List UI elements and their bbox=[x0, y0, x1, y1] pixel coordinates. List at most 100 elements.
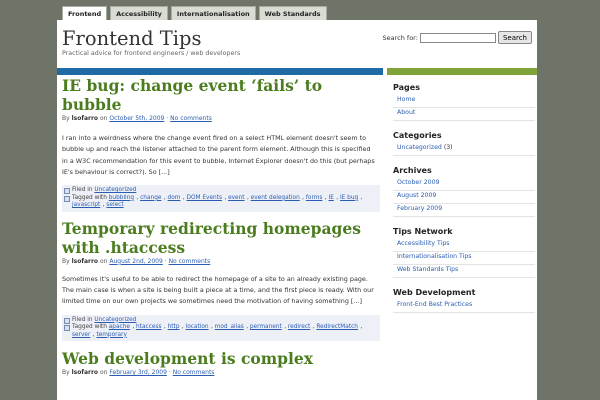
tag-link[interactable]: javascript bbox=[72, 202, 100, 208]
sidebar-item-network: Accessibility Tips bbox=[393, 239, 535, 252]
tag-link[interactable]: event delegation bbox=[251, 195, 300, 201]
sidebar-link-august-2009[interactable]: August 2009 bbox=[397, 192, 436, 199]
sidebar-link-home[interactable]: Home bbox=[397, 96, 415, 103]
post-footer: Filed in Uncategorized Tagged with bubbl… bbox=[62, 185, 380, 212]
search-label: Search for: bbox=[382, 33, 418, 42]
post-date-link[interactable]: August 2nd, 2009 bbox=[109, 258, 162, 265]
meta-by: By bbox=[62, 257, 70, 265]
search-form: Search for: Search bbox=[383, 31, 532, 44]
site-title[interactable]: Frontend Tips bbox=[62, 27, 202, 50]
post-date-link[interactable]: February 3rd, 2009 bbox=[109, 369, 167, 376]
tag-link[interactable]: RedirectMatch bbox=[316, 324, 358, 330]
post-title-link[interactable]: Web development is complex bbox=[62, 349, 382, 368]
tab-frontend[interactable]: Frontend bbox=[62, 6, 108, 20]
post-author: lsofarro bbox=[71, 257, 99, 265]
filed-in-label: Filed in bbox=[72, 316, 93, 323]
top-nav-tabs: Frontend Accessibility Internationalisat… bbox=[62, 6, 327, 20]
sidebar-item-about: About bbox=[393, 108, 535, 121]
tag-link[interactable]: temporary bbox=[96, 332, 126, 338]
search-button[interactable]: Search bbox=[497, 31, 532, 44]
tab-accessibility[interactable]: Accessibility bbox=[110, 6, 168, 20]
sidebar-link-october-2009[interactable]: October 2009 bbox=[397, 179, 439, 186]
sidebar-link-front-end-best-practices[interactable]: Front-End Best Practices bbox=[397, 301, 472, 308]
sidebar-item-network: Internationalisation Tips bbox=[393, 252, 535, 265]
category-link[interactable]: Uncategorized bbox=[94, 317, 136, 323]
tag-link[interactable]: location bbox=[186, 324, 209, 330]
sidebar-header-bar bbox=[387, 68, 537, 75]
tagged-with-label: Tagged with bbox=[72, 194, 107, 201]
widget-title: Tips Network bbox=[393, 227, 453, 236]
sidebar-link-web-standards-tips[interactable]: Web Standards Tips bbox=[397, 266, 458, 273]
filed-in-label: Filed in bbox=[72, 187, 93, 194]
sidebar-link-about[interactable]: About bbox=[397, 109, 415, 116]
sidebar-item-network: Web Standards Tips bbox=[393, 265, 535, 278]
sidebar-link-internationalisation-tips[interactable]: Internationalisation Tips bbox=[397, 253, 472, 260]
tag-link[interactable]: htaccess bbox=[136, 324, 161, 330]
tag-link[interactable]: event bbox=[228, 195, 245, 201]
post-comments-link[interactable]: No comments bbox=[170, 115, 212, 122]
post-htaccess: Temporary redirecting homepages with .ht… bbox=[62, 219, 382, 342]
tag-link[interactable]: DOM Events bbox=[186, 195, 222, 201]
meta-separator: · bbox=[164, 257, 167, 265]
post-footer: Filed in Uncategorized Tagged with apach… bbox=[62, 314, 380, 342]
tag-link[interactable]: dom bbox=[168, 195, 181, 201]
sidebar: Pages Home About Categories Uncategorize… bbox=[393, 83, 535, 313]
meta-separator: · bbox=[168, 369, 171, 377]
tag-link[interactable]: IE bug bbox=[340, 195, 358, 201]
widget-title: Archives bbox=[393, 166, 432, 175]
site-tagline: Practical advice for frontend engineers … bbox=[62, 50, 241, 57]
meta-by: By bbox=[62, 115, 70, 122]
sidebar-item-uncategorized: Uncategorized (3) bbox=[393, 143, 535, 156]
sidebar-item-home: Home bbox=[393, 95, 535, 108]
tag-link[interactable]: http bbox=[168, 324, 180, 330]
widget-tips-network: Tips Network Accessibility Tips Internat… bbox=[393, 227, 535, 278]
widget-categories: Categories Uncategorized (3) bbox=[393, 131, 535, 156]
tag-link[interactable]: permanent bbox=[250, 324, 282, 330]
tag-link[interactable]: mod_alias bbox=[215, 324, 244, 330]
tag-link[interactable]: bubbling bbox=[109, 195, 134, 201]
tab-web-standards[interactable]: Web Standards bbox=[258, 6, 327, 20]
main-content: IE bug: change event ‘fails’ to bubble B… bbox=[62, 76, 382, 376]
tag-link[interactable]: change bbox=[140, 195, 161, 201]
meta-on: on bbox=[99, 257, 108, 265]
post-meta: By lsofarro on February 3rd, 2009 · No c… bbox=[62, 369, 382, 376]
post-ie-bug: IE bug: change event ‘fails’ to bubble B… bbox=[62, 76, 382, 212]
tag-link[interactable]: apache bbox=[109, 324, 130, 330]
post-meta: By lsofarro on August 2nd, 2009 · No com… bbox=[62, 258, 382, 265]
folder-icon bbox=[64, 188, 70, 195]
content-header-bar bbox=[57, 68, 383, 75]
folder-icon bbox=[64, 317, 70, 324]
post-title-link[interactable]: Temporary redirecting homepages with .ht… bbox=[62, 219, 382, 257]
widget-web-development: Web Development Front-End Best Practices bbox=[393, 288, 535, 313]
post-comments-link[interactable]: No comments bbox=[169, 258, 211, 265]
meta-on: on bbox=[99, 115, 108, 122]
tag-icon bbox=[64, 195, 70, 202]
tag-link[interactable]: server bbox=[72, 332, 90, 338]
post-date-link[interactable]: October 5th, 2009 bbox=[109, 115, 164, 122]
sidebar-link-february-2009[interactable]: February 2009 bbox=[397, 205, 442, 212]
post-comments-link[interactable]: No comments bbox=[173, 369, 215, 376]
sidebar-link-accessibility-tips[interactable]: Accessibility Tips bbox=[397, 240, 450, 247]
tag-link[interactable]: select bbox=[106, 202, 123, 208]
widget-archives: Archives October 2009 August 2009 Februa… bbox=[393, 166, 535, 217]
tab-internationalisation[interactable]: Internationalisation bbox=[170, 6, 256, 20]
meta-separator: · bbox=[166, 115, 169, 122]
sidebar-item-archive: August 2009 bbox=[393, 191, 535, 204]
post-web-dev-complex: Web development is complex By lsofarro o… bbox=[62, 349, 382, 376]
post-excerpt: Sometimes it's useful to be able to redi… bbox=[62, 274, 374, 306]
search-input[interactable] bbox=[419, 32, 496, 43]
tagged-with-label: Tagged with bbox=[72, 324, 107, 331]
tag-link[interactable]: redirect bbox=[288, 324, 310, 330]
sidebar-link-uncategorized[interactable]: Uncategorized bbox=[397, 144, 442, 151]
post-title-link[interactable]: IE bug: change event ‘fails’ to bubble bbox=[62, 76, 382, 114]
widget-title: Pages bbox=[393, 83, 420, 92]
tag-link[interactable]: IE bbox=[328, 195, 333, 201]
sidebar-item-archive: October 2009 bbox=[393, 178, 535, 191]
tag-link[interactable]: forms bbox=[306, 195, 323, 201]
post-excerpt: I ran into a weirdness where the change … bbox=[62, 134, 375, 176]
tag-list: apache, htaccess, http, location, mod_al… bbox=[72, 324, 363, 338]
tag-icon bbox=[64, 325, 70, 332]
sidebar-item-webdev: Front-End Best Practices bbox=[393, 300, 535, 313]
post-author: lsofarro bbox=[71, 369, 99, 377]
category-link[interactable]: Uncategorized bbox=[94, 187, 136, 193]
